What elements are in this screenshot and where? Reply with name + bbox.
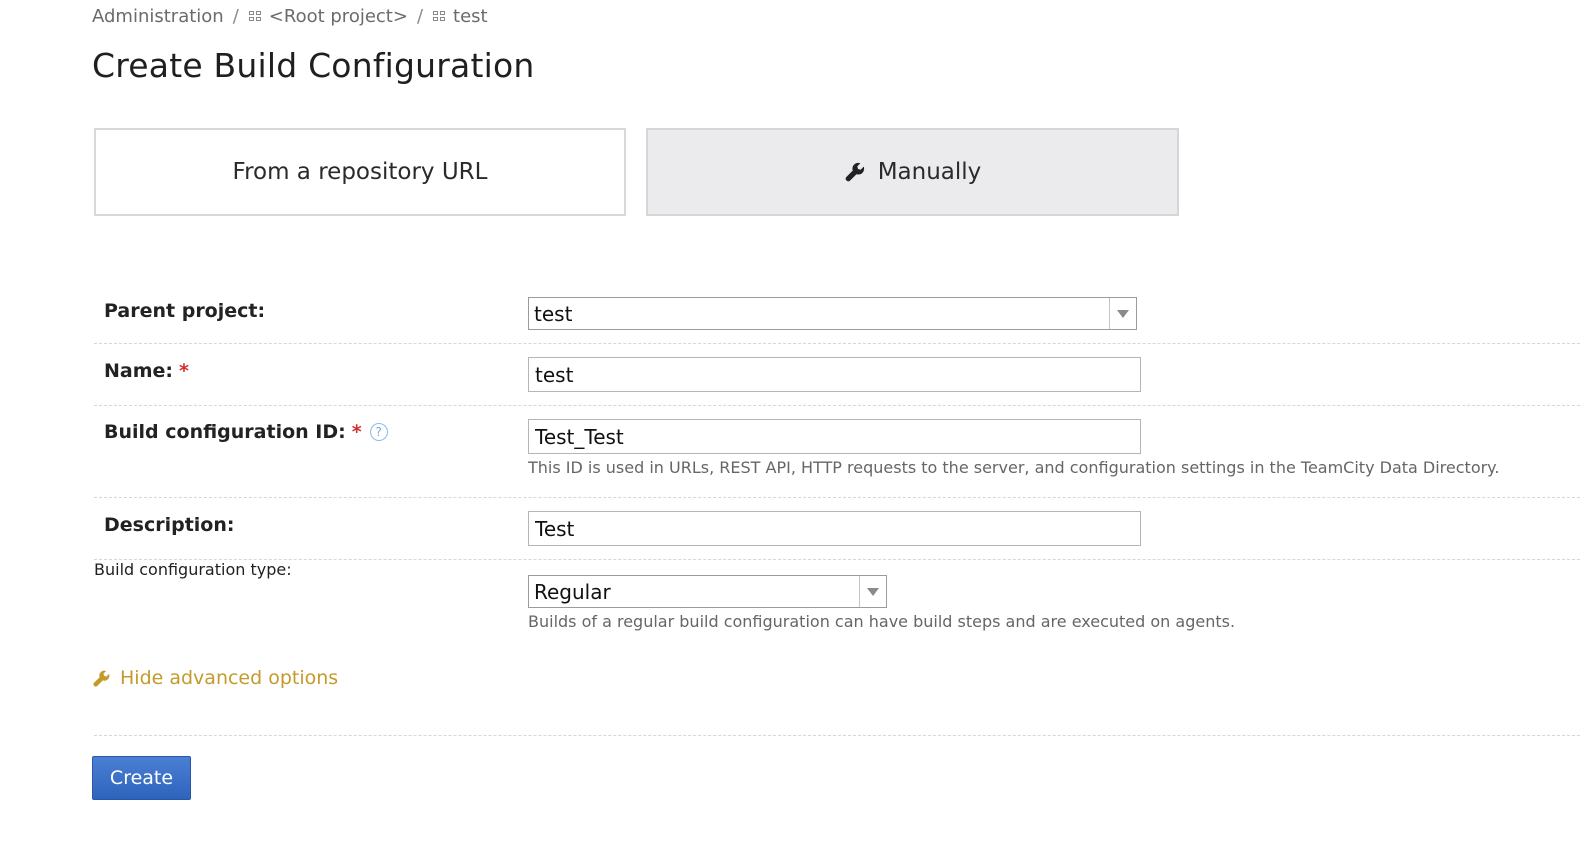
breadcrumb-test-project-label: test — [453, 6, 488, 27]
wrench-icon — [844, 161, 866, 183]
name-field[interactable] — [528, 357, 1141, 392]
hide-advanced-options-label: Hide advanced options — [120, 667, 339, 689]
tab-from-repository-url-label: From a repository URL — [232, 159, 488, 185]
build-configuration-form: Parent project: test Name: * Build confi… — [94, 284, 1580, 640]
description-label: Description: — [104, 514, 235, 536]
description-row: Description: — [94, 498, 1580, 560]
page-title: Create Build Configuration — [92, 46, 535, 85]
required-marker: * — [179, 360, 189, 382]
build-config-type-select[interactable]: Regular — [528, 575, 887, 608]
build-config-type-label: Build configuration type: — [94, 560, 292, 579]
create-build-configuration-page: Administration / <Root project> / test C… — [0, 0, 1580, 854]
build-config-type-row: Build configuration type: Regular Builds… — [94, 560, 1580, 640]
tab-manually[interactable]: Manually — [646, 128, 1179, 216]
chevron-down-icon[interactable] — [1109, 298, 1136, 329]
parent-project-label: Parent project: — [104, 300, 266, 322]
project-icon — [432, 10, 448, 24]
parent-project-value: test — [534, 301, 573, 326]
breadcrumb-separator: / — [232, 6, 239, 27]
breadcrumb: Administration / <Root project> / test — [92, 6, 488, 27]
hide-advanced-options-link[interactable]: Hide advanced options — [92, 667, 338, 689]
build-config-id-hint: This ID is used in URLs, REST API, HTTP … — [528, 458, 1500, 477]
tab-manually-label: Manually — [877, 159, 982, 185]
form-divider — [94, 735, 1580, 736]
chevron-down-icon[interactable] — [859, 576, 886, 607]
name-row: Name: * — [94, 344, 1580, 406]
breadcrumb-root-project[interactable]: <Root project> — [248, 6, 408, 27]
breadcrumb-root-project-label: <Root project> — [268, 6, 408, 27]
build-config-type-hint: Builds of a regular build configuration … — [528, 612, 1236, 631]
tab-from-repository-url[interactable]: From a repository URL — [94, 128, 626, 216]
question-circle-icon[interactable]: ? — [369, 423, 388, 441]
create-button[interactable]: Create — [92, 756, 191, 800]
breadcrumb-test-project[interactable]: test — [432, 6, 488, 27]
build-config-id-label: Build configuration ID: * ? — [104, 421, 388, 443]
description-field[interactable] — [528, 511, 1141, 546]
build-config-id-row: Build configuration ID: * ? This ID is u… — [94, 406, 1580, 498]
breadcrumb-administration[interactable]: Administration — [92, 6, 224, 27]
breadcrumb-separator: / — [416, 6, 424, 27]
parent-project-row: Parent project: test — [94, 284, 1580, 344]
wrench-icon — [92, 669, 111, 688]
build-config-id-field[interactable] — [528, 419, 1141, 454]
required-marker: * — [351, 421, 362, 443]
project-icon — [248, 10, 264, 24]
parent-project-select[interactable]: test — [528, 297, 1137, 330]
name-label: Name: * — [104, 360, 189, 382]
build-config-type-value: Regular — [534, 579, 611, 604]
